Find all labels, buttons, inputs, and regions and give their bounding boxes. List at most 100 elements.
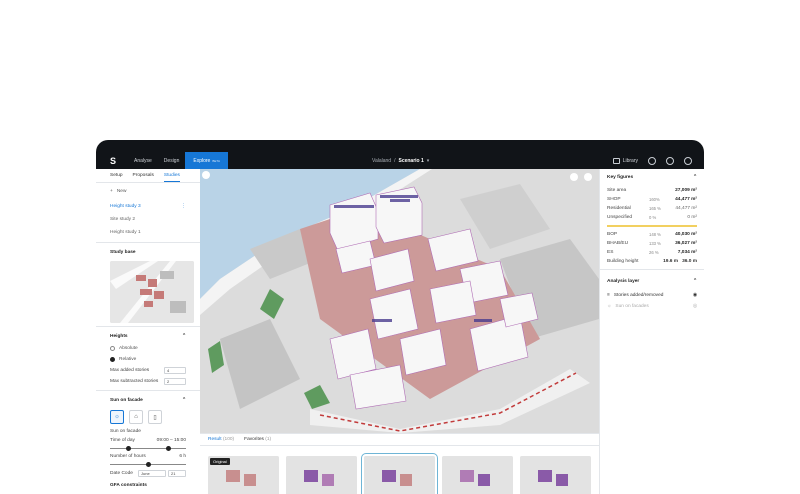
time-of-day-row: Time of day 09:00 – 15:00 xyxy=(96,436,200,445)
globe-icon[interactable] xyxy=(684,156,692,165)
eye-icon[interactable]: ◉ xyxy=(693,293,697,298)
kf-label: Residential xyxy=(607,206,631,211)
kf-label: Unspecified xyxy=(607,215,633,220)
kf-row-bhab[interactable]: BHAB/EU 133 % 36,027 m² xyxy=(600,239,704,248)
study-item-height-1[interactable]: Height study 1 xyxy=(96,226,200,239)
chevron-up-icon[interactable]: ⌃ xyxy=(182,398,186,403)
study-label: Site study 2 xyxy=(110,217,136,222)
eye-off-icon[interactable]: ◎ xyxy=(693,304,697,309)
breadcrumb-project[interactable]: Valaland xyxy=(372,158,391,164)
layer-sun[interactable]: ☼ Sun on facades ◎ xyxy=(600,301,704,312)
3d-map-view[interactable] xyxy=(200,169,599,433)
result-thumb-3-selected[interactable] xyxy=(361,453,438,494)
tab-setup[interactable]: Setup xyxy=(110,169,123,182)
study-item-height-3[interactable]: Height study 3 ⋮ xyxy=(96,200,200,213)
chevron-up-icon[interactable]: ⌃ xyxy=(693,175,697,180)
chevron-up-icon[interactable]: ⌃ xyxy=(693,279,697,284)
breadcrumb-scenario[interactable]: Scenario 1 xyxy=(398,158,423,164)
bell-icon[interactable] xyxy=(648,156,656,165)
building-icon[interactable]: ⌂ xyxy=(129,410,143,424)
slider-knob-start[interactable] xyxy=(126,446,131,451)
kf-label: SHOP xyxy=(607,197,621,202)
month-select[interactable]: June xyxy=(138,470,166,477)
new-study-button[interactable]: + New xyxy=(96,183,200,200)
thumb-image xyxy=(364,456,435,494)
kf-row-shop[interactable]: SHOP 160% 44,477 m² xyxy=(600,195,704,204)
result-thumb-4[interactable] xyxy=(442,456,513,494)
building-height-row: Building height 19.6 m 36.0 m xyxy=(600,257,704,266)
more-icon[interactable]: ⋮ xyxy=(181,204,186,209)
max-sub-input[interactable]: 2 xyxy=(164,378,186,385)
sun-facade-section[interactable]: Sun on facade ⌃ xyxy=(96,394,200,407)
topbar-actions: Library xyxy=(612,152,692,169)
top-nav-bar: S Analyse Design Explore BETA Valaland / … xyxy=(96,152,704,169)
result-thumb-original[interactable]: Original xyxy=(208,456,279,494)
heights-label: Heights xyxy=(110,334,128,339)
tab-result[interactable]: Result (100) xyxy=(208,437,234,442)
divider xyxy=(96,326,200,327)
study-base-label: Study base xyxy=(110,250,136,255)
hours-slider[interactable] xyxy=(110,462,186,467)
study-base-map-image xyxy=(110,261,194,323)
num-hours-row: Number of hours 6 h xyxy=(96,452,200,461)
time-range-slider[interactable] xyxy=(110,446,186,451)
day-select[interactable]: 21 xyxy=(168,470,186,477)
kf-row-bop[interactable]: BOP 148 % 40,030 m² xyxy=(600,230,704,239)
divider xyxy=(600,269,704,270)
study-item-site-2[interactable]: Site study 2 xyxy=(96,213,200,226)
time-label: Time of day xyxy=(110,438,135,443)
result-thumb-2[interactable] xyxy=(286,456,357,494)
divider xyxy=(96,242,200,243)
heights-section[interactable]: Heights ⌃ xyxy=(96,330,200,343)
radio-dot xyxy=(110,357,115,362)
sun-facade-label: Sun on facade xyxy=(110,398,143,403)
study-base-title: Study base xyxy=(96,246,200,259)
kf-value: 36,027 m² xyxy=(675,241,697,246)
slider-knob-end[interactable] xyxy=(166,446,171,451)
max-added-input[interactable]: 4 xyxy=(164,367,186,374)
study-base-map[interactable] xyxy=(110,261,194,323)
thumb-image xyxy=(520,456,591,494)
original-badge: Original xyxy=(210,458,230,465)
tab-result-label: Result xyxy=(208,437,222,442)
analysis-layer-header[interactable]: Analysis layer ⌃ xyxy=(600,273,704,290)
results-panel: Result (100) Favorites (1) Original xyxy=(200,433,599,494)
help-icon[interactable] xyxy=(666,156,674,165)
breadcrumb[interactable]: Valaland / Scenario 1 ▾ xyxy=(372,152,429,169)
app-logo[interactable]: S xyxy=(108,155,118,167)
nav-tab-design[interactable]: Design xyxy=(158,152,186,169)
right-panel: Key figures ⌃ Site area 27,009 m² SHOP 1… xyxy=(599,169,704,494)
kf-value: 40,030 m² xyxy=(675,232,697,237)
close-map-circle xyxy=(202,171,210,179)
max-added-row: Max added stories 4 xyxy=(96,365,200,376)
nav-tab-analyse[interactable]: Analyse xyxy=(128,152,158,169)
study-label: Height study 3 xyxy=(110,204,141,209)
chevron-down-icon[interactable]: ▾ xyxy=(427,158,430,164)
radio-absolute[interactable]: Absolute xyxy=(96,343,200,354)
kf-pct: 133 % xyxy=(649,241,661,246)
kf-pct: 0 % xyxy=(649,215,657,220)
tab-proposals[interactable]: Proposals xyxy=(133,169,154,182)
nav-tab-explore[interactable]: Explore BETA xyxy=(185,152,228,169)
radio-relative[interactable]: Relative xyxy=(96,354,200,365)
site-area-row: Site area 27,009 m² xyxy=(600,186,704,195)
tab-studies[interactable]: Studies xyxy=(163,169,180,182)
sun-icon[interactable]: ☼ xyxy=(110,410,124,424)
date-label: Date Code xyxy=(110,471,133,476)
radio-label: Absolute xyxy=(119,346,138,351)
analysis-layer-title: Analysis layer xyxy=(607,279,640,284)
gfa-section[interactable]: GFA constraints xyxy=(96,479,200,492)
result-thumb-5[interactable] xyxy=(520,456,591,494)
key-figures-header[interactable]: Key figures ⌃ xyxy=(600,169,704,186)
kf-value: 7,034 m² xyxy=(677,250,697,255)
left-tabs: Setup Proposals Studies xyxy=(96,169,200,183)
kf-row-es: ES 26 % 7,034 m² xyxy=(600,248,704,257)
slider-knob[interactable] xyxy=(146,462,151,467)
facade-icon[interactable]: ▯ xyxy=(148,410,162,424)
library-button[interactable]: Library xyxy=(612,157,638,164)
tab-favorites[interactable]: Favorites (1) xyxy=(244,437,271,442)
time-value: 09:00 – 15:00 xyxy=(156,438,186,443)
chevron-up-icon[interactable]: ⌃ xyxy=(182,334,186,339)
layer-stories[interactable]: ≡ Stories added/removed ◉ xyxy=(600,290,704,301)
kf-label: BHAB/EU xyxy=(607,241,629,246)
